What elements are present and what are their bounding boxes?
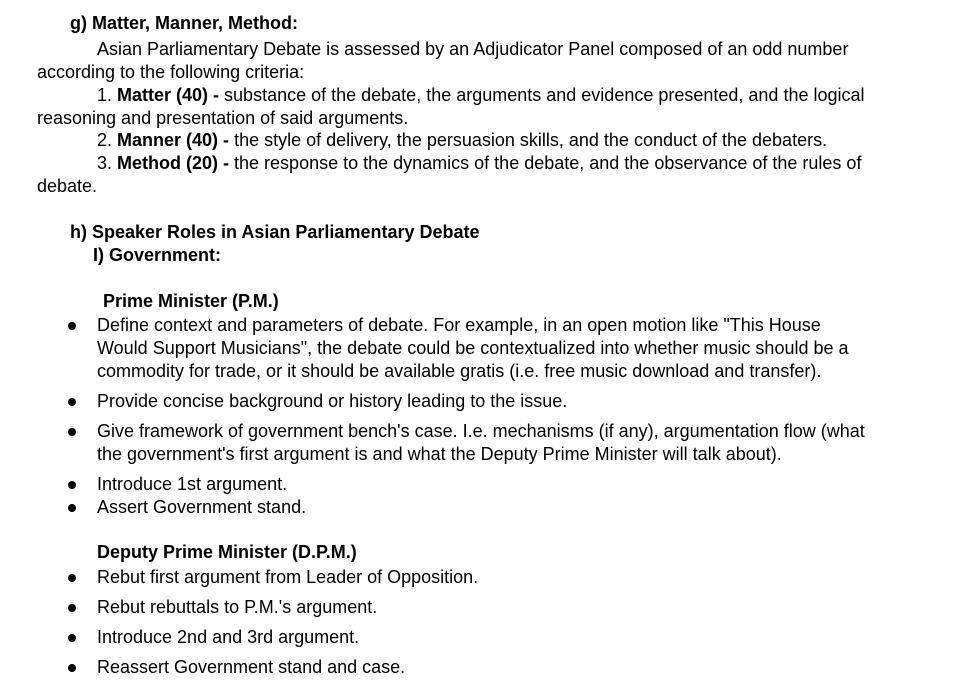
criterion-2-description: the style of delivery, the persuasion sk… — [229, 130, 828, 150]
dpm-bullet-3: Introduce 2nd and 3rd argument. — [97, 627, 360, 647]
criterion-3-line-1: 3. Method (20) - the response to the dyn… — [97, 152, 861, 174]
bullet-dot — [68, 604, 76, 612]
criterion-1-line-2: reasoning and presentation of said argum… — [37, 108, 409, 128]
bullet-dot — [68, 322, 76, 330]
criterion-1-line-1: 1. Matter (40) - substance of the debate… — [97, 84, 865, 106]
section-g-heading: g) Matter, Manner, Method: — [70, 13, 299, 33]
dpm-bullet-2: Rebut rebuttals to P.M.'s argument. — [97, 597, 378, 617]
bullet-dot — [68, 504, 76, 512]
pm-bullet-5: Assert Government stand. — [97, 497, 307, 517]
dpm-bullet-4: Reassert Government stand and case. — [97, 657, 406, 677]
pm-bullet-1-line-2: Would Support Musicians", the debate cou… — [97, 338, 849, 358]
criterion-1-description: substance of the debate, the arguments a… — [219, 85, 865, 105]
criterion-3-description: the response to the dynamics of the deba… — [229, 153, 862, 173]
bullet-dot — [68, 398, 76, 406]
section-h-heading: h) Speaker Roles in Asian Parliamentary … — [70, 222, 480, 242]
bullet-dot — [68, 664, 76, 672]
dpm-bullet-1: Rebut first argument from Leader of Oppo… — [97, 567, 479, 587]
criterion-2-name: Manner (40) - — [117, 130, 230, 150]
pm-title: Prime Minister (P.M.) — [103, 291, 279, 311]
criterion-1-name: Matter (40) - — [117, 85, 220, 105]
section-g-intro-line-1: Asian Parliamentary Debate is assessed b… — [97, 39, 849, 59]
criterion-1-number: 1. — [97, 85, 113, 105]
government-subheading: I) Government: — [93, 245, 222, 265]
bullet-dot — [68, 428, 76, 436]
criterion-3-number: 3. — [97, 153, 113, 173]
bullet-dot — [68, 574, 76, 582]
pm-bullet-1-line-1: Define context and parameters of debate.… — [97, 315, 821, 335]
pm-bullet-4: Introduce 1st argument. — [97, 474, 288, 494]
bullet-dot — [68, 634, 76, 642]
dpm-title: Deputy Prime Minister (D.P.M.) — [97, 542, 357, 562]
criterion-3-line-2: debate. — [37, 176, 98, 196]
pm-bullet-3-line-2: the government's first argument is and w… — [97, 444, 782, 464]
pm-bullet-1-line-3: commodity for trade, or it should be ava… — [97, 361, 822, 381]
bullet-dot — [68, 481, 76, 489]
criterion-2-line-1: 2. Manner (40) - the style of delivery, … — [97, 129, 827, 151]
criterion-3-name: Method (20) - — [117, 153, 230, 173]
criterion-2-number: 2. — [97, 130, 113, 150]
section-g-intro-line-2: according to the following criteria: — [37, 62, 305, 82]
pm-bullet-3-line-1: Give framework of government bench's cas… — [97, 421, 865, 441]
pm-bullet-2: Provide concise background or history le… — [97, 391, 568, 411]
